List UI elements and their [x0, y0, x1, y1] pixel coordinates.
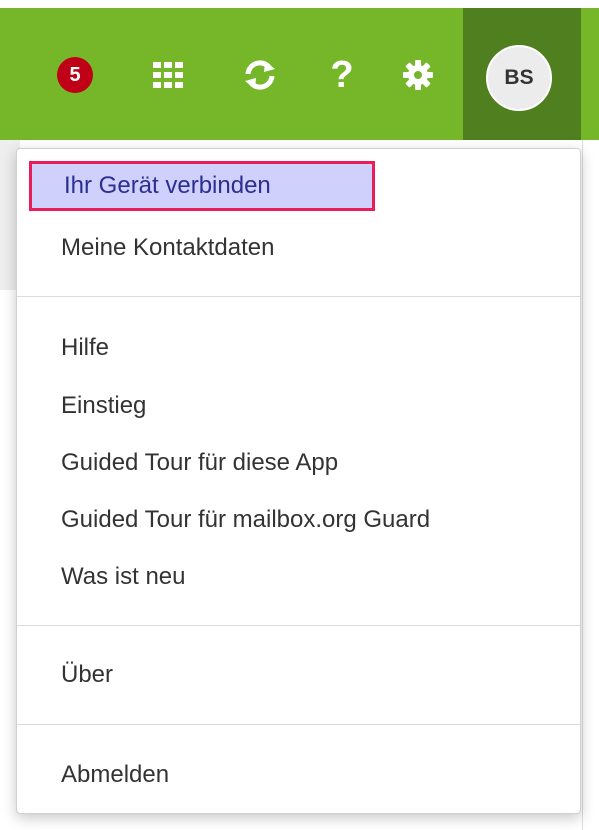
menu-item-contact-data[interactable]: Meine Kontaktdaten: [61, 231, 274, 265]
refresh-icon[interactable]: [240, 55, 280, 95]
menu-item-help[interactable]: Hilfe: [61, 331, 109, 365]
background-divider: [582, 140, 583, 830]
menu-item-guided-tour-guard[interactable]: Guided Tour für mailbox.org Guard: [61, 503, 430, 537]
menu-divider: [17, 724, 580, 725]
menu-item-about[interactable]: Über: [61, 658, 113, 692]
toolbar-right-strip: [581, 8, 599, 140]
menu-divider: [17, 296, 580, 297]
user-dropdown-menu: Ihr Gerät verbinden Meine Kontaktdaten H…: [16, 148, 581, 814]
gear-icon[interactable]: [398, 55, 438, 95]
menu-item-guided-tour-app[interactable]: Guided Tour für diese App: [61, 446, 338, 480]
menu-item-getting-started[interactable]: Einstieg: [61, 389, 146, 423]
help-icon[interactable]: ?: [322, 55, 362, 95]
avatar[interactable]: BS: [486, 45, 552, 111]
menu-divider: [17, 625, 580, 626]
menu-item-whats-new[interactable]: Was ist neu: [61, 560, 186, 594]
notification-badge[interactable]: 5: [57, 57, 93, 93]
grid-icon[interactable]: [148, 55, 188, 95]
menu-item-logout[interactable]: Abmelden: [61, 758, 169, 792]
app-page: 5 ? BS Ihr Gerät verbinden Meine Kontakt…: [0, 0, 599, 830]
top-edge: [0, 0, 599, 8]
menu-item-connect-device[interactable]: Ihr Gerät verbinden: [29, 161, 375, 211]
